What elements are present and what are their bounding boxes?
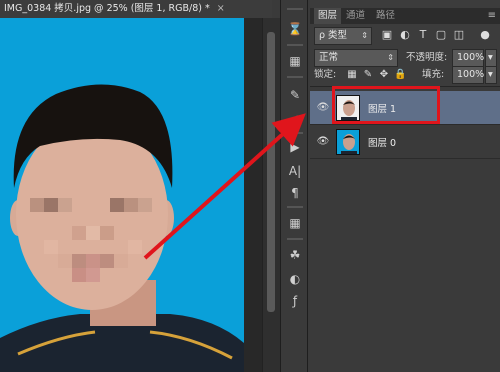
type-filter-icon[interactable]: T: [416, 28, 430, 42]
document-tab[interactable]: IMG_0384 拷贝.jpg @ 25% (图层 1, RGB/8) * ×: [0, 0, 272, 18]
smart-object-filter-icon[interactable]: ◫: [452, 28, 466, 42]
fill-label: 填充:: [422, 69, 445, 80]
paragraph-icon[interactable]: ¶: [285, 184, 305, 202]
pixel-filter-icon[interactable]: ▣: [380, 28, 394, 42]
chevron-down-icon: ⇕: [387, 53, 394, 62]
layer-row-0[interactable]: 👁 图层 0: [310, 125, 500, 159]
filter-toggle-icon[interactable]: ●: [478, 28, 492, 42]
lock-all-icon[interactable]: 🔒: [394, 68, 406, 82]
canvas-image[interactable]: [0, 18, 244, 372]
layer-thumbnail: [336, 129, 360, 155]
lock-label: 锁定:: [314, 69, 337, 80]
layer-name: 图层 0: [368, 138, 397, 149]
character-icon[interactable]: A|: [285, 162, 305, 180]
chevron-down-icon: ▾: [488, 52, 493, 63]
strip-divider: [287, 8, 303, 10]
tab-paths[interactable]: 路径: [372, 8, 399, 24]
photoshop-window: IMG_0384 拷贝.jpg @ 25% (图层 1, RGB/8) * ×: [0, 0, 500, 372]
strip-divider: [287, 76, 303, 78]
swatches-icon[interactable]: ▦: [285, 52, 305, 70]
portrait-photo: [0, 18, 244, 372]
opacity-label: 不透明度:: [406, 52, 448, 63]
styles-icon[interactable]: ◐: [285, 270, 305, 288]
strip-divider: [287, 44, 303, 46]
lock-transparent-icon[interactable]: ▦: [346, 68, 358, 82]
tab-layers[interactable]: 图层: [314, 8, 342, 24]
play-action-icon[interactable]: ▶: [285, 138, 305, 156]
chevron-down-icon: ▾: [488, 69, 493, 80]
layers-panel: 图层 通道 路径 ≡ ρ 类型 ⇕ ▣ ◐ T ▢ ◫ ● 正常 ⇕ 不透明度:: [310, 0, 500, 372]
vertical-scrollbar[interactable]: [262, 18, 280, 372]
adjustment-filter-icon[interactable]: ◐: [398, 28, 412, 42]
annotation-highlight-box: [332, 86, 440, 124]
filter-type-select[interactable]: ρ 类型 ⇕: [314, 27, 372, 45]
strip-divider: [287, 238, 303, 240]
fx-icon[interactable]: ƒ: [285, 292, 305, 310]
panel-tab-bar: 图层 通道 路径 ≡: [310, 8, 500, 24]
scrollbar-thumb[interactable]: [267, 32, 275, 312]
fill-input[interactable]: 100%: [452, 66, 484, 84]
close-icon[interactable]: ×: [217, 0, 225, 18]
tab-channels[interactable]: 通道: [342, 8, 369, 24]
opacity-dropdown[interactable]: ▾: [485, 49, 497, 67]
blend-mode-value: 正常: [319, 52, 339, 63]
canvas-area[interactable]: [0, 18, 262, 372]
document-title: IMG_0384 拷贝.jpg @ 25% (图层 1, RGB/8) *: [4, 3, 210, 14]
filter-row: ρ 类型 ⇕ ▣ ◐ T ▢ ◫ ●: [310, 24, 500, 48]
strip-divider: [287, 206, 303, 208]
paint-bucket-icon[interactable]: ☘: [285, 246, 305, 264]
lock-paint-icon[interactable]: ✎: [362, 68, 374, 82]
fill-value: 100%: [457, 69, 485, 80]
blend-mode-select[interactable]: 正常 ⇕: [314, 49, 398, 67]
adjustments-icon[interactable]: ⇌: [285, 110, 305, 128]
opacity-value: 100%: [457, 52, 485, 63]
layer-list: 👁 图层 1 👁 图层 0: [310, 86, 500, 372]
shape-filter-icon[interactable]: ▢: [434, 28, 448, 42]
document-tab-bar: IMG_0384 拷贝.jpg @ 25% (图层 1, RGB/8) * ×: [0, 0, 272, 18]
filter-type-label: ρ 类型: [319, 30, 348, 41]
panel-icon-strip: ⌛ ▦ ✎ ⇌ ▶ A| ¶ ▦ ☘ ◐ ƒ: [280, 0, 308, 372]
lock-row: 锁定: ▦ ✎ ✥ 🔒 填充: 100% ▾: [310, 66, 500, 86]
eye-icon[interactable]: 👁: [316, 101, 330, 115]
grid-icon[interactable]: ▦: [285, 214, 305, 232]
opacity-input[interactable]: 100%: [452, 49, 484, 67]
history-icon[interactable]: ⌛: [285, 20, 305, 38]
strip-divider: [287, 132, 303, 134]
brush-presets-icon[interactable]: ✎: [285, 86, 305, 104]
lock-move-icon[interactable]: ✥: [378, 68, 390, 82]
fill-dropdown[interactable]: ▾: [485, 66, 497, 84]
panel-menu-icon[interactable]: ≡: [488, 8, 496, 24]
chevron-down-icon: ⇕: [361, 31, 368, 40]
eye-icon[interactable]: 👁: [316, 135, 330, 149]
